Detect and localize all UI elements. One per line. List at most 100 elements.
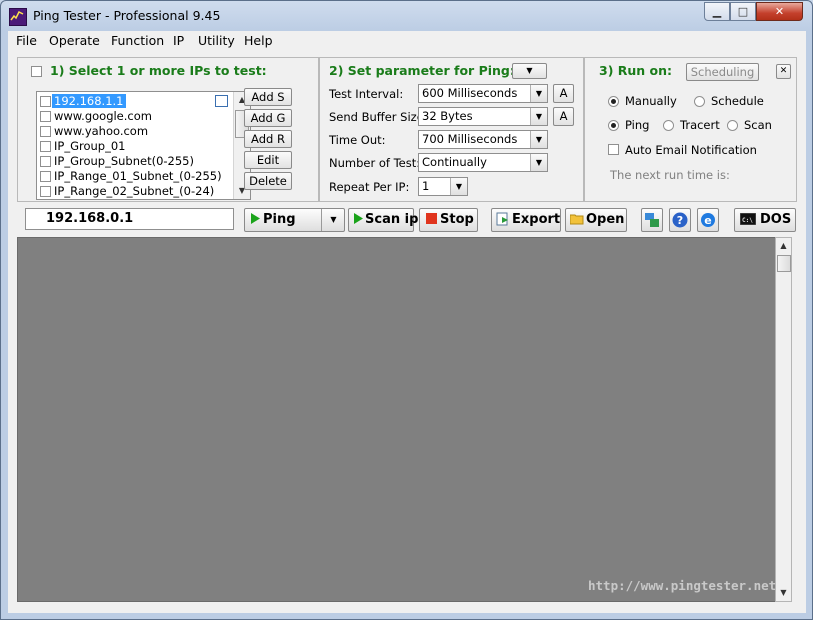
- list-item-label: www.yahoo.com: [54, 124, 149, 138]
- chevron-down-icon[interactable]: ▼: [450, 178, 467, 195]
- test-interval-label: Test Interval:: [329, 87, 404, 101]
- ip-select-group: 1) Select 1 or more IPs to test: 192.168…: [17, 57, 319, 202]
- tracert-radio[interactable]: [663, 120, 674, 131]
- chevron-down-icon[interactable]: ▼: [530, 131, 547, 148]
- ping-dropdown-icon[interactable]: ▼: [321, 209, 345, 231]
- list-item-checkbox[interactable]: [40, 141, 51, 152]
- ip-input[interactable]: 192.168.0.1: [25, 208, 234, 230]
- send-buffer-a-button[interactable]: A: [553, 107, 574, 126]
- number-of-test-value: Continually: [422, 155, 487, 169]
- help-button[interactable]: ?: [669, 208, 691, 232]
- menu-ip[interactable]: IP: [173, 33, 184, 48]
- list-item[interactable]: www.yahoo.com: [37, 124, 233, 139]
- stop-button[interactable]: Stop: [419, 208, 478, 232]
- list-item-checkbox[interactable]: [40, 111, 51, 122]
- edit-field-icon[interactable]: [215, 95, 228, 107]
- time-out-select[interactable]: 700 Milliseconds ▼: [418, 130, 548, 149]
- menu-file[interactable]: File: [16, 33, 37, 48]
- list-item-label: IP_Group_01: [54, 139, 126, 153]
- select-all-checkbox[interactable]: [31, 66, 42, 77]
- time-out-label: Time Out:: [329, 133, 386, 147]
- svg-text:?: ?: [677, 214, 683, 227]
- dos-label: DOS: [760, 212, 792, 227]
- list-item[interactable]: IP_Range_01_Subnet_(0-255): [37, 169, 233, 184]
- scan-ip-button[interactable]: Scan ip: [348, 208, 418, 232]
- chevron-down-icon[interactable]: ▼: [530, 85, 547, 102]
- client-area: 1) Select 1 or more IPs to test: 192.168…: [8, 51, 806, 613]
- repeat-per-ip-select[interactable]: 1 ▼: [418, 177, 468, 196]
- ip-input-value: 192.168.0.1: [46, 211, 134, 226]
- export-icon: [496, 212, 508, 225]
- section2-title: 2) Set parameter for Ping:: [329, 63, 515, 78]
- send-buffer-value: 32 Bytes: [422, 109, 473, 123]
- ping-button[interactable]: Ping ▼: [244, 208, 345, 232]
- add-s-button[interactable]: Add S: [244, 88, 292, 106]
- run-on-group: 3) Run on: Scheduling ✕ Manually Schedul…: [584, 57, 797, 202]
- list-item[interactable]: IP_Range_02_Subnet_(0-24): [37, 184, 233, 199]
- svg-text:e: e: [704, 214, 711, 227]
- title-bar: Ping Tester - Professional 9.45 ▁ □ ✕: [1, 1, 812, 31]
- edit-button[interactable]: Edit: [244, 151, 292, 169]
- help-icon: ?: [672, 212, 688, 228]
- stop-label: Stop: [440, 212, 474, 227]
- list-item[interactable]: 192.168.1.1: [37, 94, 233, 109]
- list-item-checkbox[interactable]: [40, 96, 51, 107]
- browser-button[interactable]: e: [697, 208, 719, 232]
- main-window: Ping Tester - Professional 9.45 ▁ □ ✕ Fi…: [0, 0, 813, 620]
- list-item-checkbox[interactable]: [40, 126, 51, 137]
- ping-radio[interactable]: [608, 120, 619, 131]
- play-icon: [251, 213, 260, 224]
- collapse-icon[interactable]: ✕: [776, 64, 791, 79]
- send-buffer-select[interactable]: 32 Bytes ▼: [418, 107, 548, 126]
- list-item-checkbox[interactable]: [40, 156, 51, 167]
- list-item-checkbox[interactable]: [40, 186, 51, 197]
- number-of-test-label: Number of Test:: [329, 156, 421, 170]
- menu-operate[interactable]: Operate: [49, 33, 100, 48]
- scroll-up-icon[interactable]: ▲: [776, 238, 791, 254]
- add-r-button[interactable]: Add R: [244, 130, 292, 148]
- section3-title: 3) Run on:: [599, 63, 673, 78]
- schedule-label: Schedule: [711, 94, 764, 108]
- network-tool-button[interactable]: [641, 208, 663, 232]
- scroll-thumb[interactable]: [777, 255, 791, 272]
- add-g-button[interactable]: Add G: [244, 109, 292, 127]
- list-item[interactable]: IP_Group_01: [37, 139, 233, 154]
- list-item-label: IP_Range_01_Subnet_(0-255): [54, 169, 222, 183]
- play-icon: [354, 213, 363, 224]
- menu-help[interactable]: Help: [244, 33, 273, 48]
- test-interval-select[interactable]: 600 Milliseconds ▼: [418, 84, 548, 103]
- list-item[interactable]: IP_Group_Subnet(0-255): [37, 154, 233, 169]
- export-button[interactable]: Export: [491, 208, 561, 232]
- scan-radio[interactable]: [727, 120, 738, 131]
- output-area[interactable]: [17, 237, 784, 602]
- list-item[interactable]: www.google.com: [37, 109, 233, 124]
- scan-label: Scan: [744, 118, 772, 132]
- tracert-label: Tracert: [680, 118, 720, 132]
- next-run-label: The next run time is:: [610, 168, 730, 182]
- list-item-label: IP_Group_Subnet(0-255): [54, 154, 194, 168]
- manually-radio[interactable]: [608, 96, 619, 107]
- app-icon: [9, 8, 27, 26]
- auto-email-checkbox[interactable]: [608, 144, 619, 155]
- auto-email-label: Auto Email Notification: [625, 143, 757, 157]
- menu-utility[interactable]: Utility: [198, 33, 235, 48]
- dos-button[interactable]: C:\ DOS: [734, 208, 796, 232]
- delete-button[interactable]: Delete: [244, 172, 292, 190]
- minimize-button[interactable]: ▁: [704, 2, 730, 21]
- menu-function[interactable]: Function: [111, 33, 164, 48]
- list-item-checkbox[interactable]: [40, 171, 51, 182]
- send-buffer-label: Send Buffer Size:: [329, 110, 428, 124]
- test-interval-a-button[interactable]: A: [553, 84, 574, 103]
- ip-list[interactable]: 192.168.1.1 www.google.com www.yahoo.com…: [36, 91, 251, 200]
- params-dropdown-button[interactable]: ▼: [512, 63, 547, 79]
- scroll-down-icon[interactable]: ▼: [776, 585, 791, 601]
- close-button[interactable]: ✕: [756, 2, 803, 21]
- scheduling-button[interactable]: Scheduling: [686, 63, 759, 81]
- chevron-down-icon[interactable]: ▼: [530, 108, 547, 125]
- number-of-test-select[interactable]: Continually ▼: [418, 153, 548, 172]
- schedule-radio[interactable]: [694, 96, 705, 107]
- chevron-down-icon[interactable]: ▼: [530, 154, 547, 171]
- open-button[interactable]: Open: [565, 208, 627, 232]
- maximize-button[interactable]: □: [730, 2, 756, 21]
- output-scrollbar[interactable]: ▲ ▼: [775, 237, 792, 602]
